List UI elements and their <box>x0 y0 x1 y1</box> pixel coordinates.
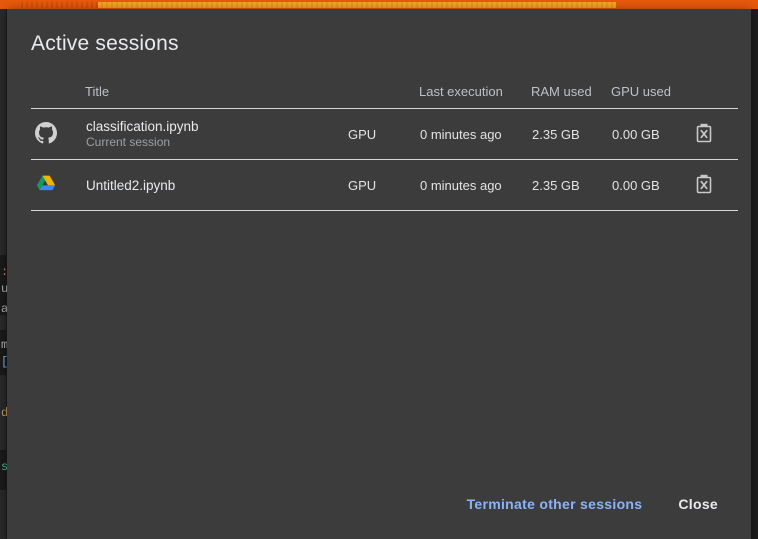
session-runtime: GPU <box>347 109 419 160</box>
session-subtitle: Current session <box>86 135 346 150</box>
session-source-icon-cell <box>31 160 85 211</box>
delete-session-icon <box>694 173 714 195</box>
editor-highlight-bar <box>0 0 758 9</box>
session-last-execution: 0 minutes ago <box>419 160 531 211</box>
session-actions-cell <box>693 160 738 211</box>
column-header-runtime <box>347 84 419 109</box>
sessions-table-head: Title Last execution RAM used GPU used <box>31 84 738 109</box>
active-sessions-dialog: Active sessions Title Last execution RAM… <box>7 9 751 539</box>
column-header-last-execution: Last execution <box>419 84 531 109</box>
table-row: classification.ipynbCurrent sessionGPU0 … <box>31 109 738 160</box>
session-ram-used: 2.35 GB <box>531 160 611 211</box>
delete-session-icon <box>694 122 714 144</box>
table-header-row: Title Last execution RAM used GPU used <box>31 84 738 109</box>
github-icon <box>35 122 57 144</box>
sessions-table-body: classification.ipynbCurrent sessionGPU0 … <box>31 109 738 211</box>
dialog-footer: Terminate other sessions Close <box>7 487 751 539</box>
session-ram-used: 2.35 GB <box>531 109 611 160</box>
session-title: Untitled2.ipynb <box>86 178 346 193</box>
column-header-title: Title <box>85 84 347 109</box>
sessions-table-container: Title Last execution RAM used GPU used c… <box>7 84 751 211</box>
column-header-ram-used: RAM used <box>531 84 611 109</box>
column-header-gpu-used: GPU used <box>611 84 693 109</box>
terminate-other-sessions-button[interactable]: Terminate other sessions <box>456 487 654 521</box>
terminate-session-button[interactable] <box>694 173 714 195</box>
editor-highlight-bar-segment-left <box>18 2 98 8</box>
session-runtime: GPU <box>347 160 419 211</box>
column-header-icon <box>31 84 85 109</box>
session-title-cell: Untitled2.ipynb <box>85 160 347 211</box>
session-title-cell: classification.ipynbCurrent session <box>85 109 347 160</box>
dialog-spacer <box>7 211 751 487</box>
session-last-execution: 0 minutes ago <box>419 109 531 160</box>
terminate-session-button[interactable] <box>694 122 714 144</box>
session-actions-cell <box>693 109 738 160</box>
session-gpu-used: 0.00 GB <box>611 109 693 160</box>
session-source-icon-cell <box>31 109 85 160</box>
close-button[interactable]: Close <box>667 487 729 521</box>
session-gpu-used: 0.00 GB <box>611 160 693 211</box>
google-drive-icon <box>35 173 57 195</box>
session-title: classification.ipynb <box>86 119 346 134</box>
sessions-table: Title Last execution RAM used GPU used c… <box>31 84 738 211</box>
editor-highlight-bar-segment-right <box>616 2 738 8</box>
dialog-title: Active sessions <box>7 9 751 56</box>
table-row: Untitled2.ipynbGPU0 minutes ago2.35 GB0.… <box>31 160 738 211</box>
column-header-actions <box>693 84 738 109</box>
